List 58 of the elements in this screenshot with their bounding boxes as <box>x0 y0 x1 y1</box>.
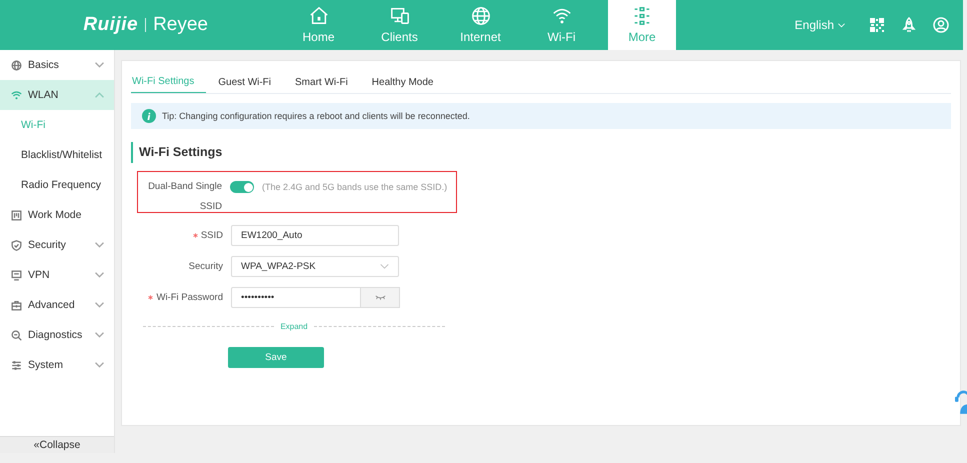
required-asterisk-icon <box>148 295 154 300</box>
user-icon[interactable] <box>933 17 949 33</box>
sidebar-item[interactable]: Work Mode <box>0 200 114 230</box>
shield-icon <box>11 240 22 250</box>
sidebar-item[interactable]: WLAN <box>0 80 114 110</box>
tab[interactable]: Smart Wi-Fi <box>283 71 360 93</box>
field-label: Dual-Band Single SSID <box>147 180 222 214</box>
section-title: Wi-Fi Settings <box>131 142 951 163</box>
select-dropdown[interactable]: WPA_WPA2-PSK <box>231 256 399 277</box>
home-icon <box>308 6 328 26</box>
panel-icon <box>11 210 22 220</box>
qr-code-icon[interactable] <box>869 17 885 33</box>
headset-icon[interactable] <box>955 388 967 414</box>
input-field[interactable]: EW1200_Auto <box>231 225 399 246</box>
chevron-down-icon <box>95 62 104 68</box>
sliders-icon <box>11 360 22 370</box>
rocket-icon[interactable] <box>901 17 917 33</box>
sidebar-item[interactable]: VPN <box>0 260 114 290</box>
collapse-button[interactable]: «Collapse <box>0 436 114 453</box>
sidebar-item[interactable]: Security <box>0 230 114 260</box>
tab[interactable]: Guest Wi-Fi <box>206 71 284 93</box>
password-field[interactable]: •••••••••• <box>231 287 361 308</box>
brand-logo: Ruijie <box>83 14 138 36</box>
chevron-up-icon <box>95 92 104 98</box>
chevron-down-icon <box>95 272 104 278</box>
tab[interactable]: Healthy Mode <box>360 71 446 93</box>
field-label: Security <box>188 260 223 274</box>
globe-icon <box>11 60 22 70</box>
chevron-down-icon <box>95 242 104 248</box>
closed-eye-icon <box>374 295 386 300</box>
brand-logo: Reyee <box>153 14 208 36</box>
globe-icon <box>470 6 490 26</box>
field-label: SSID <box>200 228 223 242</box>
sidebar-item[interactable]: Diagnostics <box>0 320 114 350</box>
required-asterisk-icon <box>192 233 198 238</box>
chevron-down-icon <box>95 332 104 338</box>
wifi-icon <box>11 90 22 100</box>
sidebar-subitem[interactable]: Blacklist/Whitelist <box>0 140 114 170</box>
chevron-down-icon <box>95 362 104 368</box>
chevron-down-icon <box>380 264 389 269</box>
show-password-button[interactable] <box>361 287 400 308</box>
chevron-down-icon <box>838 22 845 28</box>
sidebar-subitem[interactable]: Radio Frequency <box>0 170 114 200</box>
sidebar-item[interactable]: System <box>0 350 114 380</box>
hint-text: (The 2.4G and 5G bands use the same SSID.) <box>262 181 448 194</box>
sidebar-item[interactable]: Advanced <box>0 290 114 320</box>
chevron-down-icon <box>95 302 104 308</box>
info-icon <box>142 109 156 123</box>
magnifier-icon <box>11 330 22 340</box>
sidebar-item[interactable]: Basics <box>0 50 114 80</box>
toggle-switch[interactable] <box>230 181 254 193</box>
devices-icon <box>390 6 410 26</box>
monitor-icon <box>11 270 22 280</box>
tip-text: Tip: Changing configuration requires a reboot and clients will be reconnected. <box>162 111 470 121</box>
wifi-icon <box>552 6 572 26</box>
more-settings-icon <box>632 6 652 26</box>
toolbox-icon <box>11 300 22 310</box>
field-label: Wi-Fi Password <box>156 290 223 304</box>
